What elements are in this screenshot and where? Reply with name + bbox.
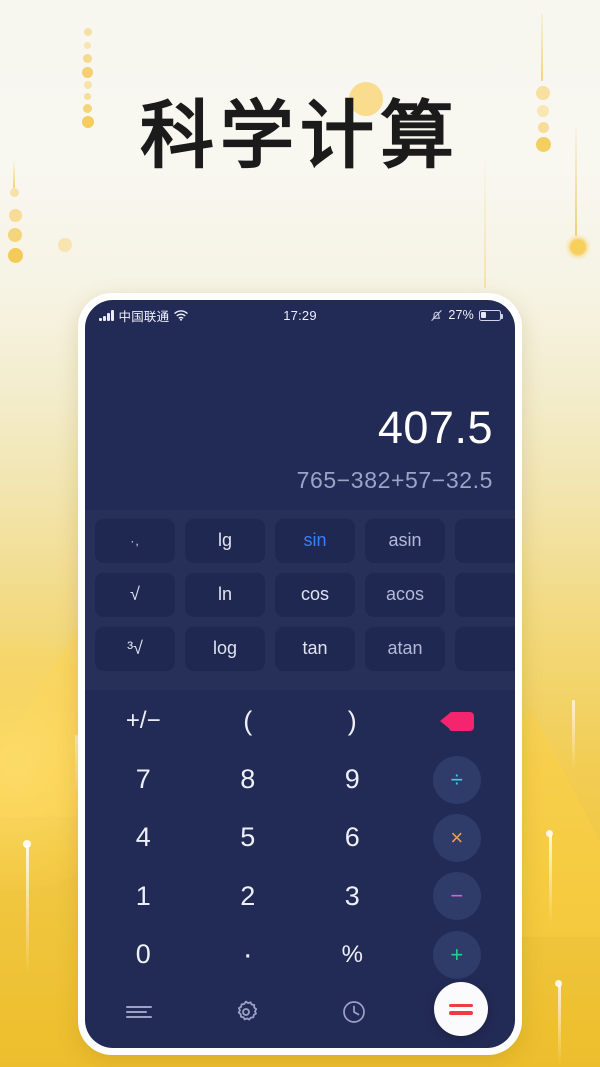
open-paren-key[interactable]: ( <box>196 692 301 750</box>
fn-sqrt-button[interactable]: √ <box>95 572 175 617</box>
key-0[interactable]: 0 <box>91 926 196 984</box>
deco-line <box>541 13 543 81</box>
calculator-display: 407.5 765−382+57−32.5 <box>85 330 515 510</box>
deco-dot <box>84 42 91 49</box>
deco-dot <box>23 840 31 848</box>
deco-dot <box>10 188 19 197</box>
deco-dot <box>9 209 22 222</box>
display-expression: 765−382+57−32.5 <box>296 467 493 493</box>
divide-icon: ÷ <box>432 755 481 804</box>
deco-dot <box>8 228 22 242</box>
phone-screen: 中国联通 17:29 27% 407.5 765−382+57−32.5 ·, … <box>85 300 515 1048</box>
key-8[interactable]: 8 <box>196 750 301 808</box>
deco-dot <box>84 28 92 36</box>
key-2[interactable]: 2 <box>196 867 301 925</box>
wifi-icon <box>174 309 189 321</box>
key-7[interactable]: 7 <box>91 750 196 808</box>
deco-dot <box>555 980 562 987</box>
fn-acos-button[interactable]: acos <box>365 572 445 617</box>
settings-button[interactable] <box>233 999 259 1030</box>
key-6[interactable]: 6 <box>300 809 405 867</box>
fn-hidden-button[interactable] <box>455 572 515 617</box>
close-paren-key[interactable]: ) <box>300 692 405 750</box>
key-4[interactable]: 4 <box>91 809 196 867</box>
fn-sin-button[interactable]: sin <box>275 518 355 563</box>
key-5[interactable]: 5 <box>196 809 301 867</box>
bell-muted-icon <box>430 309 443 322</box>
key-1[interactable]: 1 <box>91 867 196 925</box>
percent-key[interactable]: % <box>300 926 405 984</box>
page-title: 科学计算 <box>140 93 460 179</box>
subtract-key[interactable]: − <box>405 867 510 925</box>
subtract-icon: − <box>432 872 481 921</box>
fn-cos-button[interactable]: cos <box>275 572 355 617</box>
fn-log-button[interactable]: log <box>185 626 265 671</box>
function-row: √ ln cos acos <box>95 572 515 617</box>
battery-percent-label: 27% <box>448 308 474 322</box>
divide-key[interactable]: ÷ <box>405 750 510 808</box>
deco-sparkle-line <box>558 985 561 1065</box>
key-3[interactable]: 3 <box>300 867 405 925</box>
status-bar: 中国联通 17:29 27% <box>85 300 515 330</box>
backspace-key[interactable] <box>405 692 510 750</box>
function-pad[interactable]: ·, lg sin asin √ ln cos acos ³√ log tan <box>85 510 515 690</box>
add-key[interactable]: + <box>405 926 510 984</box>
promo-screenshot: 科学计算 中国联通 17:29 27% 407.5 765−382+57−32.… <box>0 0 600 1067</box>
equals-icon <box>449 1000 474 1019</box>
fn-cbrt-button[interactable]: ³√ <box>95 626 175 671</box>
deco-dot <box>546 830 553 837</box>
fn-tan-button[interactable]: tan <box>275 626 355 671</box>
fn-atan-button[interactable]: atan <box>365 626 445 671</box>
display-result: 407.5 <box>377 401 493 453</box>
fn-comma-button[interactable]: ·, <box>95 518 175 563</box>
fn-asin-button[interactable]: asin <box>365 518 445 563</box>
fn-lg-button[interactable]: lg <box>185 518 265 563</box>
equals-button[interactable] <box>434 982 489 1036</box>
multiply-icon: × <box>432 813 481 862</box>
keypad: +/− ( ) 7 8 9 ÷ 4 5 6 × 1 2 3 − 0 · % + <box>85 690 515 984</box>
fn-hidden-button[interactable] <box>455 518 515 563</box>
deco-sparkle-line <box>549 835 552 925</box>
deco-glow <box>565 234 591 260</box>
function-row: ·, lg sin asin <box>95 518 515 563</box>
function-row: ³√ log tan atan <box>95 626 515 671</box>
fn-hidden-button[interactable] <box>455 626 515 671</box>
deco-dot <box>83 54 92 63</box>
signal-bars-icon <box>99 309 114 321</box>
decimal-key[interactable]: · <box>196 926 301 984</box>
status-time: 17:29 <box>283 307 317 323</box>
deco-dot <box>58 238 72 252</box>
key-9[interactable]: 9 <box>300 750 405 808</box>
deco-dot <box>8 248 23 263</box>
menu-button[interactable] <box>124 1002 154 1027</box>
backspace-icon <box>439 711 474 731</box>
phone-mockup: 中国联通 17:29 27% 407.5 765−382+57−32.5 ·, … <box>78 293 522 1055</box>
fn-ln-button[interactable]: ln <box>185 572 265 617</box>
battery-icon <box>479 309 504 321</box>
multiply-key[interactable]: × <box>405 809 510 867</box>
sign-key[interactable]: +/− <box>91 692 196 750</box>
bottom-nav-bar <box>85 982 515 1048</box>
carrier-label: 中国联通 <box>118 309 170 324</box>
history-button[interactable] <box>341 999 367 1030</box>
deco-sparkle-line <box>572 700 575 770</box>
add-icon: + <box>432 930 481 979</box>
deco-sparkle-line <box>26 845 29 975</box>
